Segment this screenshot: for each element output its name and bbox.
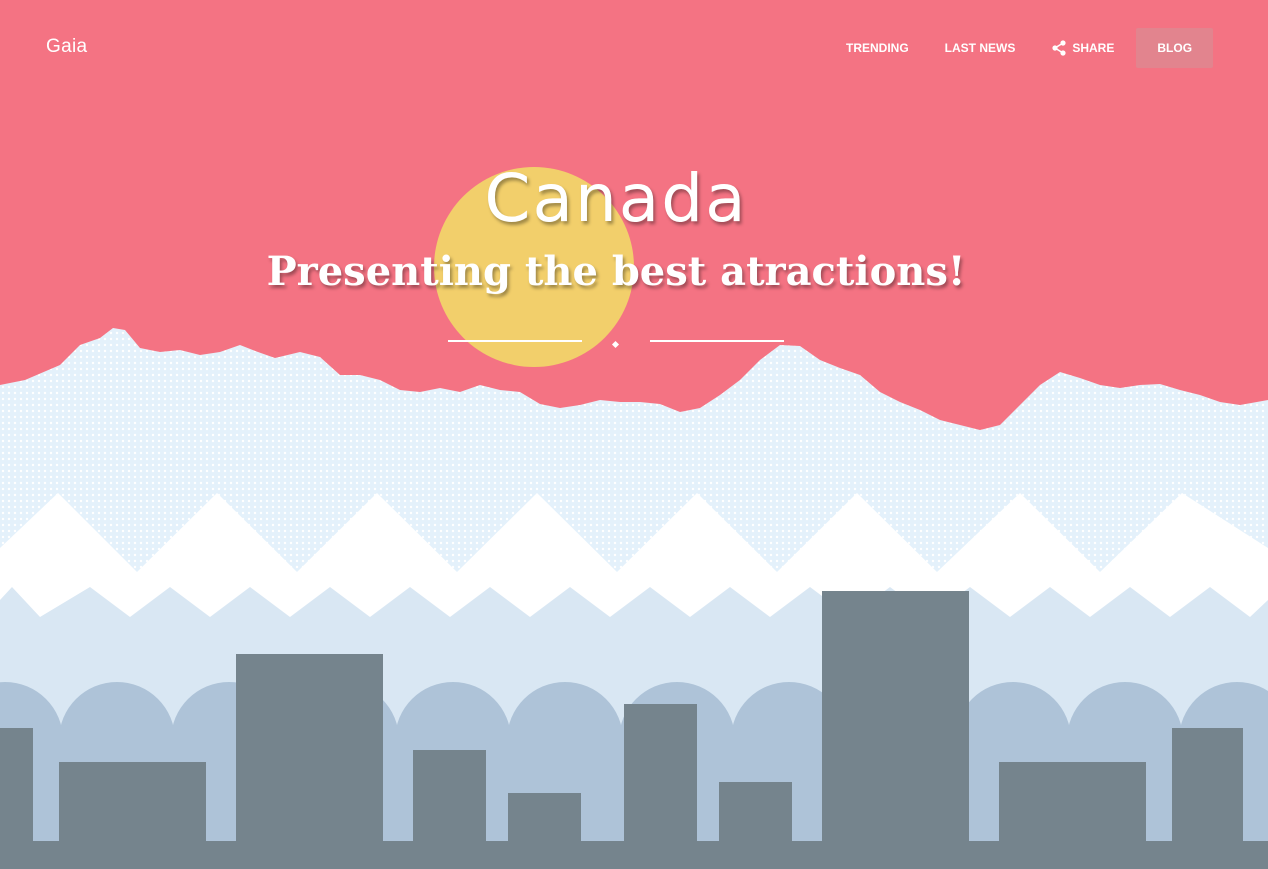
divider-line-left: [448, 340, 582, 342]
blog-button[interactable]: BLOG: [1136, 28, 1214, 68]
hero-subtitle: Presenting the best atractions!: [266, 248, 966, 295]
top-nav: TRENDING LAST NEWS SHARE BLOG: [828, 28, 1214, 68]
nav-share[interactable]: SHARE: [1033, 28, 1132, 68]
nav-last-news[interactable]: LAST NEWS: [927, 28, 1034, 68]
share-icon: [1051, 40, 1067, 56]
hero-title: Canada: [484, 160, 748, 237]
brand-logo[interactable]: Gaia: [46, 36, 87, 58]
landscape-illustration: [0, 0, 1268, 869]
nav-trending[interactable]: TRENDING: [828, 28, 927, 68]
share-label: SHARE: [1072, 41, 1115, 55]
divider-line-right: [650, 340, 784, 342]
